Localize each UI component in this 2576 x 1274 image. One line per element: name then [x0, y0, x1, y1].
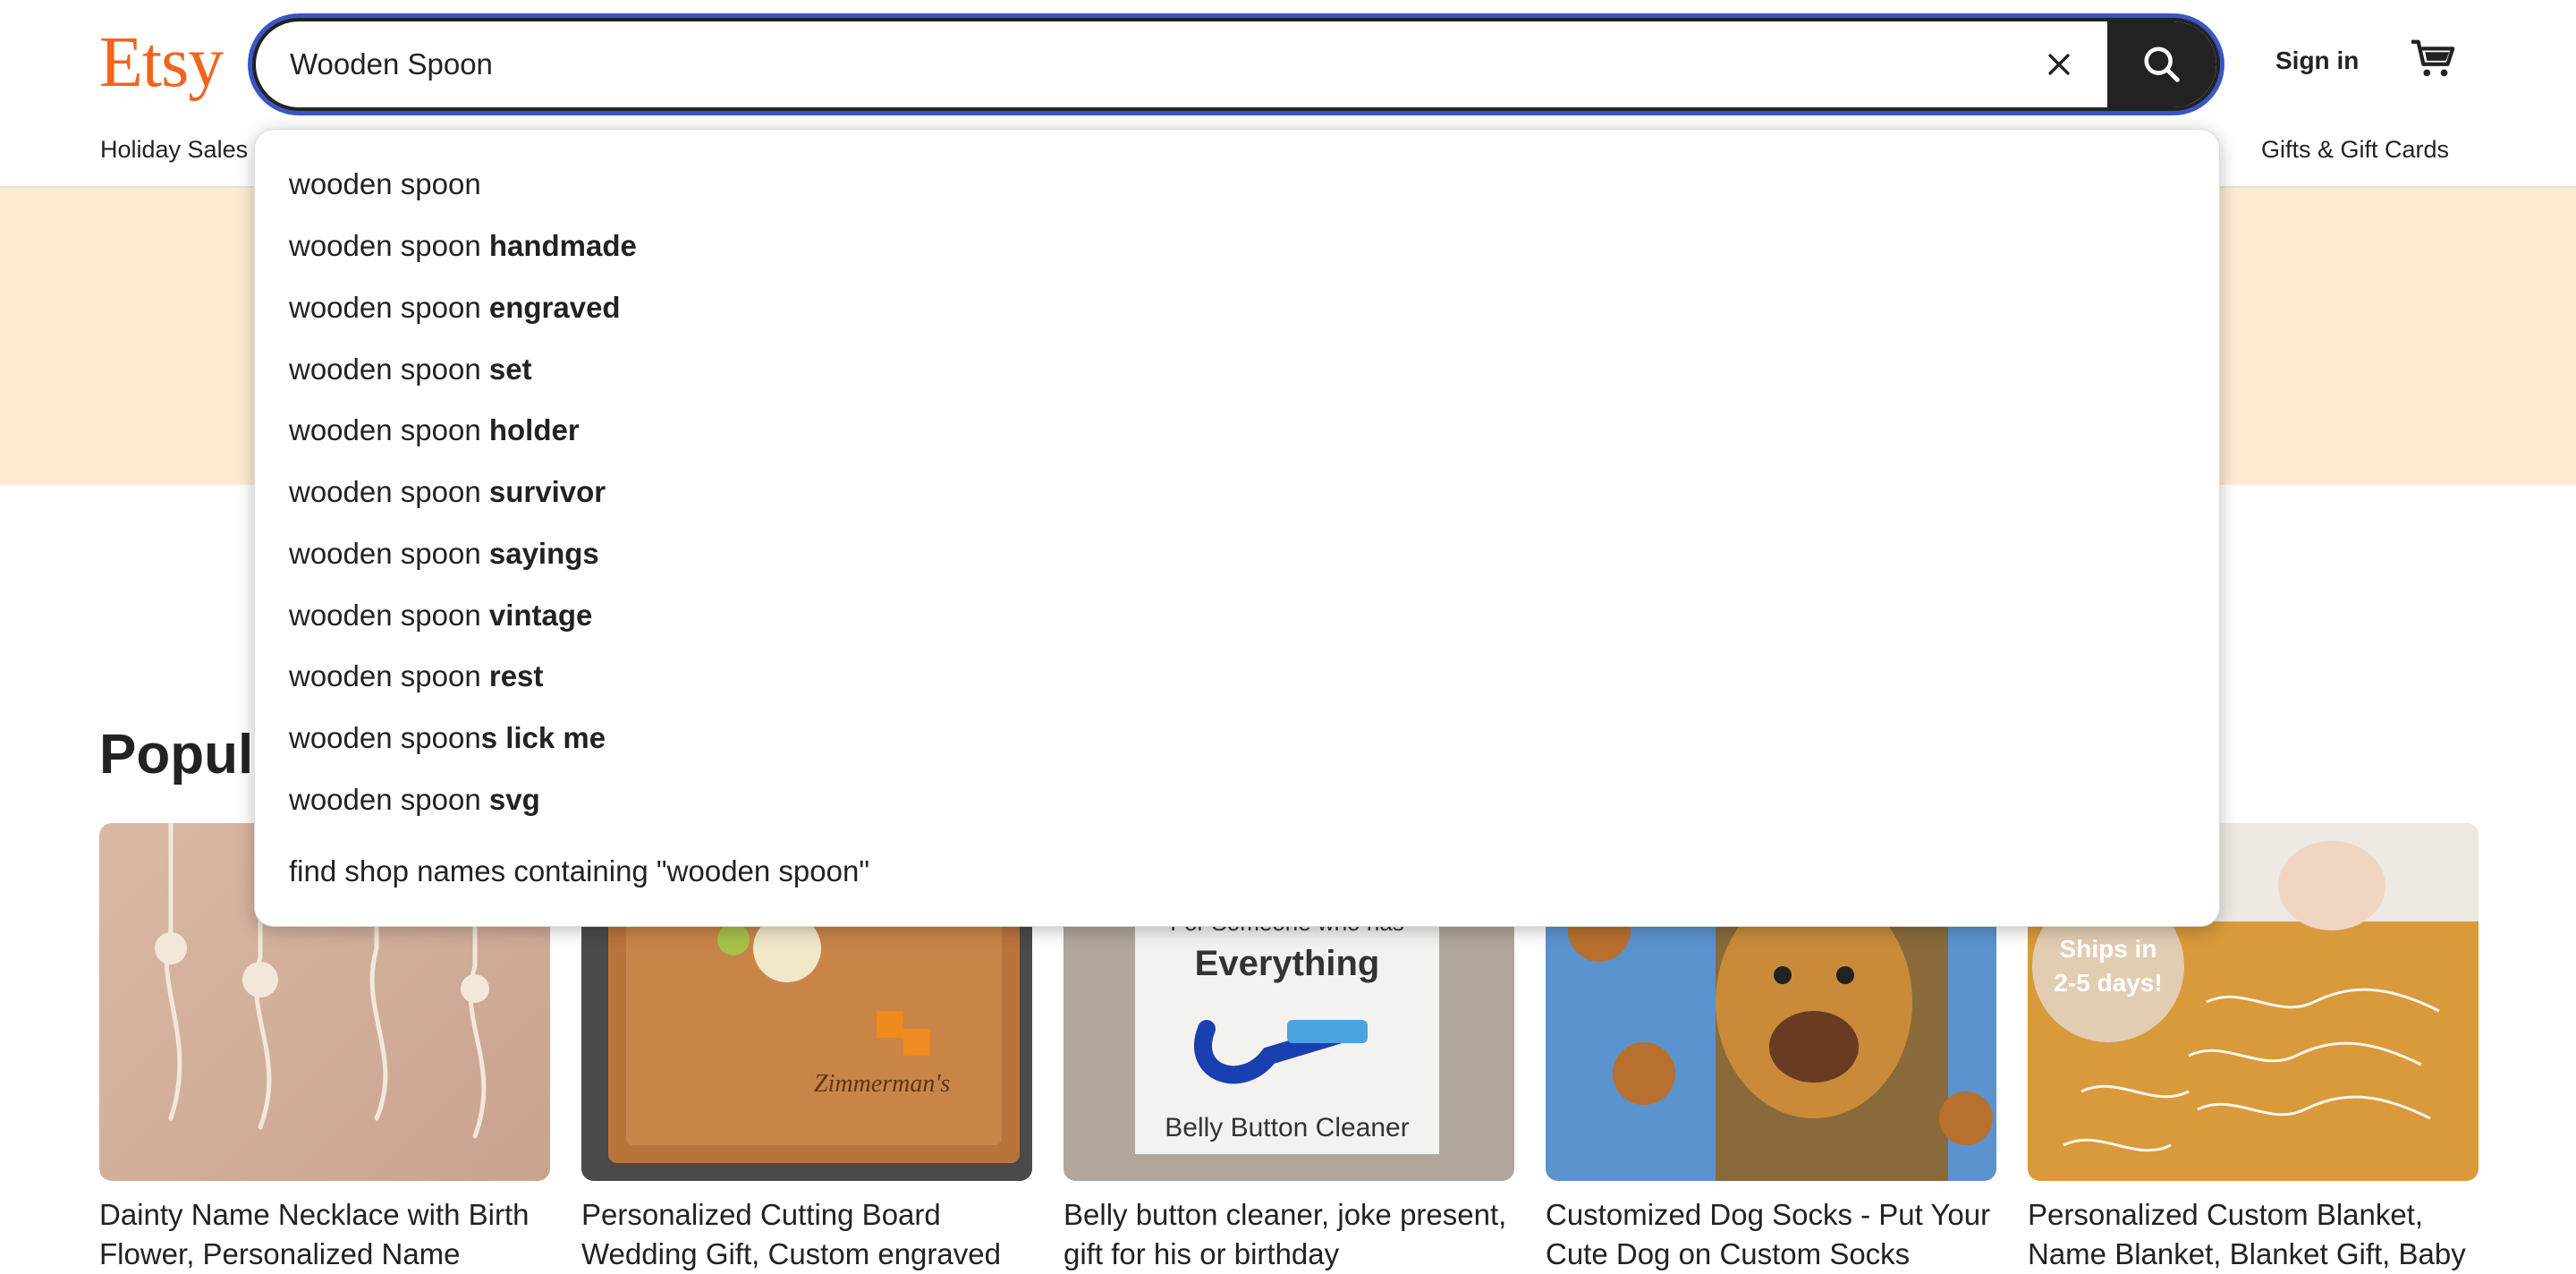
shop-name-search-item[interactable]: find shop names containing "wooden spoon… — [289, 854, 869, 888]
image-line-3: Belly Button Cleaner — [1165, 1113, 1410, 1142]
suggestion-item[interactable]: wooden spoon sayings — [289, 537, 599, 571]
clear-search-button[interactable] — [2036, 41, 2082, 88]
suggestion-item[interactable]: wooden spoon — [289, 167, 481, 201]
cart-icon[interactable] — [2410, 38, 2458, 81]
suggestion-item[interactable]: wooden spoon rest — [289, 659, 543, 693]
nav-gifts-gift-cards[interactable]: Gifts & Gift Cards — [2261, 136, 2449, 164]
suggestion-item[interactable]: wooden spoon engraved — [289, 291, 621, 325]
svg-text:Zimmerman's: Zimmerman's — [814, 1070, 950, 1098]
suggestion-item[interactable]: wooden spoon vintage — [289, 599, 592, 633]
search-input[interactable] — [290, 21, 1989, 107]
badge-line-1: Ships in — [2060, 935, 2157, 963]
product-title[interactable]: Customized Dog Socks - Put Your Cute Dog… — [1546, 1195, 1996, 1274]
search-bar — [252, 18, 2220, 111]
suggestion-item[interactable]: wooden spoon svg — [289, 783, 540, 817]
suggestion-item[interactable]: wooden spoon holder — [289, 413, 580, 447]
suggestion-item[interactable]: wooden spoon survivor — [289, 475, 606, 509]
suggestion-item[interactable]: wooden spoon set — [289, 352, 532, 386]
search-button[interactable] — [2107, 21, 2216, 107]
suggestion-item[interactable]: wooden spoon handmade — [289, 229, 637, 263]
product-title[interactable]: Personalized Custom Blanket, Name Blanke… — [2028, 1195, 2479, 1274]
product-title[interactable]: Belly button cleaner, joke present, gift… — [1063, 1195, 1514, 1274]
product-title[interactable]: Dainty Name Necklace with Birth Flower, … — [99, 1195, 550, 1274]
search-icon — [2144, 47, 2180, 82]
suggestion-item[interactable]: wooden spoons lick me — [289, 721, 606, 755]
image-line-2: Everything — [1195, 944, 1380, 983]
search-suggestions-dropdown: wooden spoon wooden spoon handmade woode… — [254, 129, 2220, 927]
sign-in-link[interactable]: Sign in — [2275, 47, 2359, 75]
badge-line-2: 2-5 days! — [2054, 969, 2162, 997]
product-title[interactable]: Personalized Cutting Board Wedding Gift,… — [581, 1195, 1032, 1274]
nav-holiday-sales[interactable]: Holiday Sales — [100, 136, 248, 164]
etsy-logo[interactable]: Etsy — [99, 20, 224, 106]
close-icon — [2048, 54, 2070, 75]
